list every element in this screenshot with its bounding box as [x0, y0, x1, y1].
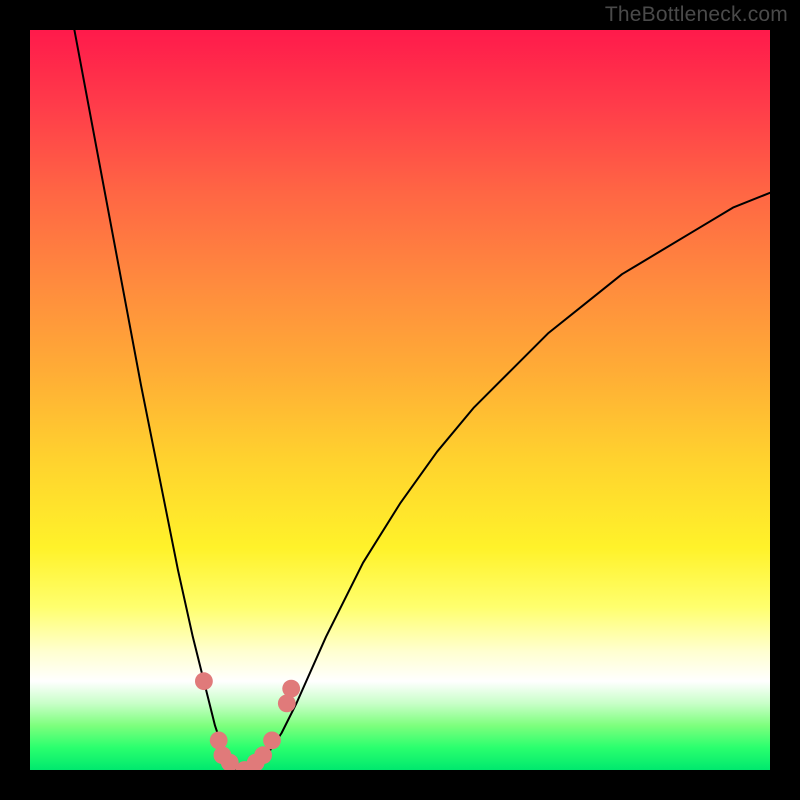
curve-marker — [254, 746, 272, 764]
chart-frame: TheBottleneck.com — [0, 0, 800, 800]
bottleneck-curve-svg — [30, 30, 770, 770]
curve-marker — [263, 732, 281, 750]
curve-marker — [210, 732, 228, 750]
bottleneck-curve — [74, 30, 770, 770]
watermark-text: TheBottleneck.com — [605, 3, 788, 27]
plot-area — [30, 30, 770, 770]
curve-marker — [195, 672, 213, 690]
curve-markers — [195, 672, 300, 770]
curve-marker — [282, 680, 300, 698]
